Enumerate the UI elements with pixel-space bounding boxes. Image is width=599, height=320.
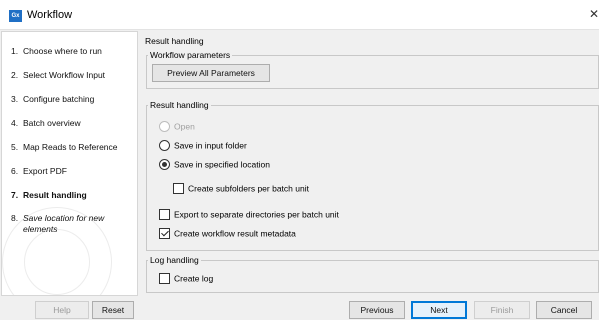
- step-number: 1.: [11, 46, 19, 56]
- cancel-button[interactable]: Cancel: [536, 301, 592, 319]
- workflow-parameters-group: Workflow parameters Preview All Paramete…: [146, 50, 599, 89]
- preview-all-parameters-button[interactable]: Preview All Parameters: [152, 64, 270, 82]
- title-bar: Gx Workflow ✕: [0, 0, 599, 30]
- create-log-label: Create log: [174, 273, 214, 284]
- export-separate-directories-checkbox[interactable]: Export to separate directories per batch…: [159, 209, 339, 221]
- log-handling-group: Log handling Create log: [146, 255, 599, 293]
- create-workflow-result-metadata-checkbox[interactable]: Create workflow result metadata: [159, 228, 296, 240]
- footer-button-bar: Help Reset Previous Next Finish Cancel: [0, 296, 599, 320]
- step-number: 7.: [11, 190, 19, 200]
- result-handling-panel: Result handling Workflow parameters Prev…: [140, 31, 599, 296]
- watermark-logo-inner: [24, 229, 90, 295]
- step-label: Map Reads to Reference: [23, 142, 118, 152]
- log-handling-legend: Log handling: [148, 255, 201, 266]
- step-number: 3.: [11, 94, 19, 104]
- section-title: Result handling: [145, 36, 204, 46]
- previous-button[interactable]: Previous: [349, 301, 405, 319]
- step-label: Export PDF: [23, 166, 67, 176]
- step-export-pdf: 6. Export PDF: [2, 166, 137, 177]
- save-in-specified-location-radio[interactable]: Save in specified location: [159, 159, 270, 171]
- step-batch-overview: 4. Batch overview: [2, 118, 137, 129]
- save-in-input-folder-label: Save in input folder: [174, 140, 247, 151]
- step-save-location: 8. Save location for new elements: [2, 213, 137, 235]
- radio-button[interactable]: [159, 121, 170, 133]
- app-logo-icon: Gx: [9, 10, 22, 22]
- help-button[interactable]: Help: [35, 301, 89, 319]
- step-select-workflow-input: 2. Select Workflow Input: [2, 70, 137, 81]
- result-handling-group: Result handling Open Save in input folde…: [146, 100, 599, 251]
- save-in-specified-location-label: Save in specified location: [174, 159, 270, 170]
- window-title: Workflow: [27, 9, 73, 21]
- result-handling-legend: Result handling: [148, 100, 211, 111]
- radio-button-selected[interactable]: [159, 159, 170, 171]
- step-number: 8.: [11, 213, 19, 223]
- create-log-checkbox[interactable]: Create log: [159, 273, 214, 285]
- wizard-steps-sidebar: 1. Choose where to run 2. Select Workflow …: [1, 31, 138, 296]
- checkbox[interactable]: [159, 209, 170, 221]
- export-separate-directories-label: Export to separate directories per batch…: [174, 209, 339, 220]
- open-label: Open: [174, 121, 195, 132]
- close-icon[interactable]: ✕: [589, 7, 599, 21]
- radio-button[interactable]: [159, 140, 170, 152]
- step-label: Batch overview: [23, 118, 81, 128]
- finish-button[interactable]: Finish: [474, 301, 530, 319]
- open-radio[interactable]: Open: [159, 121, 195, 133]
- step-number: 5.: [11, 142, 19, 152]
- create-subfolders-checkbox[interactable]: Create subfolders per batch unit: [173, 183, 309, 195]
- step-number: 4.: [11, 118, 19, 128]
- next-button[interactable]: Next: [411, 301, 467, 319]
- create-subfolders-label: Create subfolders per batch unit: [188, 183, 309, 194]
- create-workflow-result-metadata-label: Create workflow result metadata: [174, 228, 296, 239]
- step-number: 6.: [11, 166, 19, 176]
- step-label: Select Workflow Input: [23, 70, 106, 80]
- save-in-input-folder-radio[interactable]: Save in input folder: [159, 140, 247, 152]
- step-label: Choose where to run: [23, 46, 102, 56]
- checkbox-checked[interactable]: [159, 228, 170, 240]
- step-result-handling: 7. Result handling: [2, 190, 137, 201]
- workflow-parameters-legend: Workflow parameters: [148, 50, 233, 61]
- step-configure-batching: 3. Configure batching: [2, 94, 137, 105]
- step-label: Configure batching: [23, 94, 95, 104]
- checkbox[interactable]: [159, 273, 170, 285]
- step-number: 2.: [11, 70, 19, 80]
- step-map-reads: 5. Map Reads to Reference: [2, 142, 137, 153]
- step-choose-where-to-run: 1. Choose where to run: [2, 46, 137, 57]
- checkbox[interactable]: [173, 183, 184, 195]
- step-label: Result handling: [23, 190, 87, 200]
- reset-button[interactable]: Reset: [92, 301, 134, 319]
- step-label: Save location for new elements: [23, 213, 105, 234]
